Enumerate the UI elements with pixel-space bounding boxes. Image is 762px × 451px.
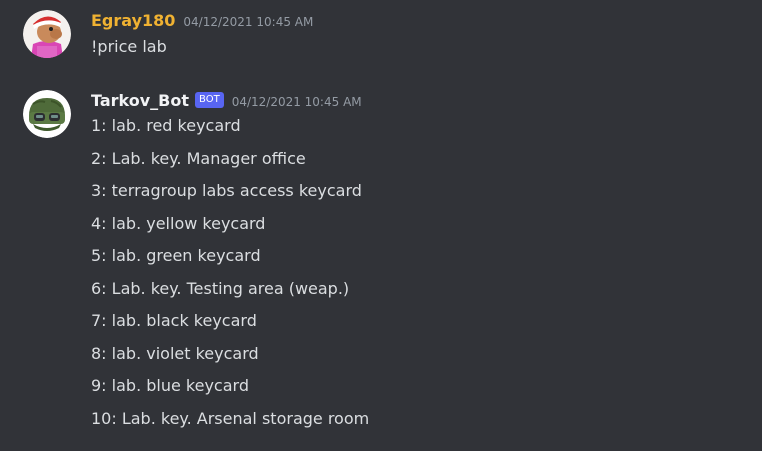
- message-line: 7: lab. black keycard: [91, 311, 257, 330]
- message-header: Egray180 04/12/2021 10:45 AM: [91, 10, 751, 32]
- message-line: 8: lab. violet keycard: [91, 343, 259, 363]
- bot-avatar[interactable]: [23, 90, 71, 138]
- message-header: Tarkov_Bot BOT 04/12/2021 10:45 AM: [91, 90, 751, 112]
- username[interactable]: Egray180: [91, 11, 175, 31]
- message-lines: 1: lab. red keycard 2: Lab. key. Manager…: [91, 115, 751, 440]
- message-text: !price lab: [91, 37, 167, 56]
- message-line: 3: terragroup labs access keycard: [91, 181, 362, 200]
- user-avatar[interactable]: [23, 10, 71, 58]
- message-line: 2: Lab. key. Manager office: [91, 148, 306, 168]
- chat-messages: Egray180 04/12/2021 10:45 AM !price lab: [0, 0, 762, 451]
- message-line: 5: lab. green keycard: [91, 246, 261, 265]
- timestamp: 04/12/2021 10:45 AM: [183, 15, 314, 29]
- timestamp: 04/12/2021 10:45 AM: [231, 95, 362, 109]
- cartoon-user-avatar-icon: [23, 10, 71, 58]
- soldier-helmet-avatar-icon: [23, 90, 71, 138]
- message-line: 6: Lab. key. Testing area (weap.): [91, 278, 350, 298]
- message-line: 9: lab. blue keycard: [91, 376, 249, 395]
- username[interactable]: Tarkov_Bot: [91, 91, 189, 111]
- message-content: Tarkov_Bot BOT 04/12/2021 10:45 AM 1: la…: [91, 90, 751, 440]
- message-line: 1: lab. red keycard: [91, 116, 241, 135]
- bot-badge: BOT: [195, 92, 224, 108]
- message-line: 10: Lab. key. Arsenal storage room: [91, 408, 370, 428]
- message-content: Egray180 04/12/2021 10:45 AM !price lab: [91, 10, 751, 58]
- message-line: 4: lab. yellow keycard: [91, 213, 266, 233]
